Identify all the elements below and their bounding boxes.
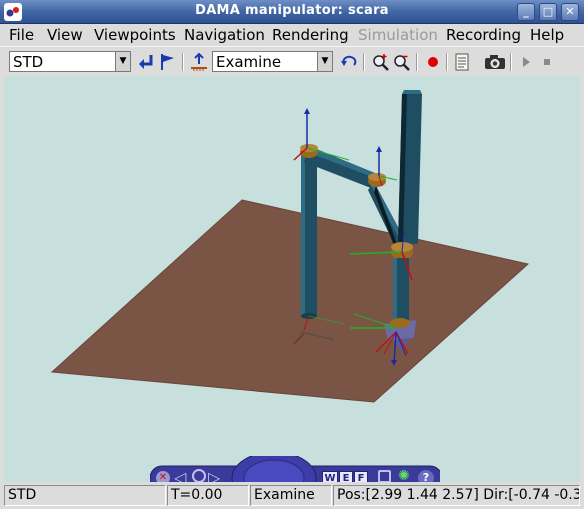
status-position: Pos:[2.99 1.44 2.57] Dir:[-0.74 -0.3 bbox=[333, 485, 580, 506]
menu-recording[interactable]: Recording bbox=[446, 26, 521, 44]
align-icon[interactable] bbox=[189, 52, 209, 72]
tall-vertical-link bbox=[398, 90, 422, 244]
status-mode: Examine bbox=[250, 485, 332, 506]
toolbar-separator bbox=[446, 53, 448, 71]
right-arrow-icon[interactable]: ▷ bbox=[208, 468, 220, 482]
menu-help[interactable]: Help bbox=[530, 26, 564, 44]
notes-icon[interactable] bbox=[452, 52, 472, 72]
wrist-link bbox=[393, 258, 409, 320]
viewpoint-select-value: STD bbox=[13, 53, 44, 71]
joystick-icon[interactable] bbox=[246, 452, 302, 482]
3d-viewport[interactable]: ✕ ◁ ▷ W E F ✺ ? bbox=[4, 76, 580, 482]
camera-icon[interactable] bbox=[483, 52, 507, 72]
walk-button[interactable]: W bbox=[322, 471, 338, 482]
menu-viewpoints[interactable]: Viewpoints bbox=[94, 26, 176, 44]
menu-view[interactable]: View bbox=[47, 26, 83, 44]
status-viewpoint: STD bbox=[4, 485, 166, 506]
toolbar-separator bbox=[510, 53, 512, 71]
base-column bbox=[301, 154, 317, 319]
title-bar: DAMA manipulator: scara _ □ ✕ bbox=[0, 0, 584, 24]
return-icon[interactable] bbox=[137, 52, 157, 72]
left-arrow-icon[interactable]: ◁ bbox=[174, 468, 186, 482]
menu-bar: File View Viewpoints Navigation Renderin… bbox=[0, 24, 584, 46]
toolbar-separator bbox=[363, 53, 365, 71]
window-title: DAMA manipulator: scara bbox=[195, 3, 389, 18]
record-icon[interactable] bbox=[423, 52, 443, 72]
viewpoint-dropdown-arrow-icon[interactable]: ▼ bbox=[115, 51, 131, 72]
toolbar: STD ▼ Examine ▼ bbox=[0, 46, 584, 74]
menu-file[interactable]: File bbox=[9, 26, 34, 44]
menu-simulation: Simulation bbox=[358, 26, 438, 44]
status-bar: STD T=0.00 Examine Pos:[2.99 1.44 2.57] … bbox=[0, 483, 584, 509]
maximize-button[interactable]: □ bbox=[539, 3, 557, 21]
minimize-button[interactable]: _ bbox=[517, 3, 535, 21]
navigation-dropdown-arrow-icon[interactable]: ▼ bbox=[317, 51, 333, 72]
zoom-in-icon[interactable] bbox=[371, 52, 391, 72]
toolbar-separator bbox=[182, 53, 184, 71]
toolbar-separator bbox=[416, 53, 418, 71]
status-time: T=0.00 bbox=[167, 485, 249, 506]
navigation-mode-select[interactable]: Examine bbox=[212, 51, 318, 72]
navigation-mode-value: Examine bbox=[216, 53, 282, 71]
stop-icon[interactable] bbox=[537, 52, 557, 72]
viewpoint-select[interactable]: STD bbox=[9, 51, 115, 72]
floor-plane bbox=[50, 199, 530, 403]
help-icon[interactable]: ? bbox=[418, 470, 434, 482]
navigation-widget: ✕ ◁ ▷ W E F ✺ ? bbox=[150, 456, 440, 482]
menu-navigation[interactable]: Navigation bbox=[184, 26, 265, 44]
zoom-out-icon[interactable] bbox=[392, 52, 412, 72]
menu-rendering[interactable]: Rendering bbox=[272, 26, 349, 44]
headlight-icon[interactable]: ✺ bbox=[398, 468, 410, 482]
close-icon[interactable]: ✕ bbox=[156, 471, 170, 482]
fly-button[interactable]: F bbox=[354, 471, 368, 482]
undo-view-icon[interactable] bbox=[339, 52, 359, 72]
play-icon[interactable] bbox=[516, 52, 536, 72]
flag-icon[interactable] bbox=[158, 52, 178, 72]
orbit-icon[interactable] bbox=[192, 469, 206, 482]
elbow-joint bbox=[368, 173, 386, 187]
examine-button[interactable]: E bbox=[339, 471, 353, 482]
close-window-button[interactable]: ✕ bbox=[561, 3, 579, 21]
fit-view-icon[interactable] bbox=[378, 470, 391, 482]
